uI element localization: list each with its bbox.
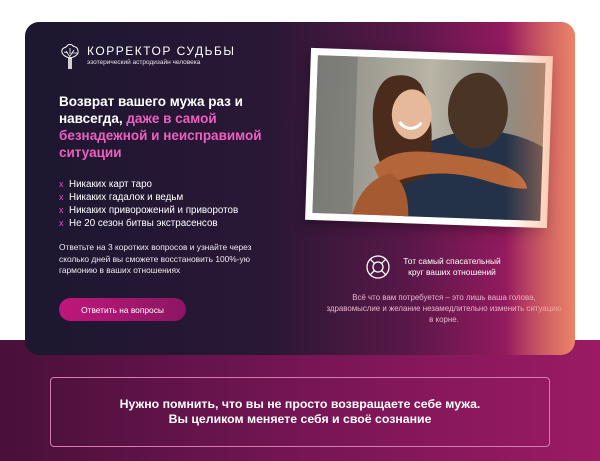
requirements-note: Всё что вам потребуется – это лишь ваша …: [326, 293, 562, 324]
lifebuoy-caption: Тот самый спасательный круг ваших отноше…: [403, 256, 501, 277]
couple-hug-image: [312, 55, 546, 221]
bullet-text: Не 20 сезон битвы экстрасенсов: [69, 218, 218, 229]
answer-questions-button[interactable]: Ответить на вопросы: [59, 298, 186, 321]
x-icon: x: [59, 192, 64, 202]
banner-line-1: Нужно помнить, что вы не просто возвраща…: [119, 396, 481, 411]
bullet-text: Никаких карт таро: [69, 179, 152, 190]
x-icon: x: [59, 179, 64, 189]
banner-line-2: Вы целиком меняете себя и своё сознание: [168, 412, 432, 426]
bullet-text: Никаких приворожений и приворотов: [69, 205, 239, 216]
bullet-text: Никаких гадалок и ведьм: [69, 192, 184, 203]
lifebuoy-block: Тот самый спасательный круг ваших отноше…: [365, 254, 502, 280]
brand-name: КОРРЕКТОР СУДЬБЫ: [87, 44, 236, 58]
brand-text: КОРРЕКТОР СУДЬБЫ эзотерический астродиза…: [87, 45, 236, 67]
list-item: x Никаких приворожений и приворотов: [59, 204, 238, 217]
brand-tagline: эзотерический астродизайн человека: [87, 59, 201, 66]
page-headline: Возврат вашего мужа раз и навсегда, даже…: [59, 93, 299, 161]
quiz-description: Ответьте на 3 коротких вопросов и узнайт…: [59, 242, 252, 275]
list-item: x Никаких карт таро: [59, 178, 238, 191]
hero-section: КОРРЕКТОР СУДЬБЫ эзотерический астродиза…: [25, 22, 575, 355]
list-item: x Не 20 сезон битвы экстрасенсов: [59, 217, 238, 230]
benefits-list: x Никаких карт таро x Никаких гадалок и ве…: [59, 178, 238, 230]
tree-silhouette-icon: [61, 44, 79, 69]
x-icon: x: [59, 218, 64, 228]
brand-logo[interactable]: КОРРЕКТОР СУДЬБЫ эзотерический астродиза…: [59, 43, 236, 69]
lifebuoy-icon: [366, 255, 390, 279]
x-icon: x: [59, 205, 64, 215]
couple-photo: [305, 47, 553, 229]
list-item: x Никаких гадалок и ведьм: [59, 191, 238, 204]
quote-banner: Нужно помнить, что вы не просто возвраща…: [50, 377, 550, 447]
